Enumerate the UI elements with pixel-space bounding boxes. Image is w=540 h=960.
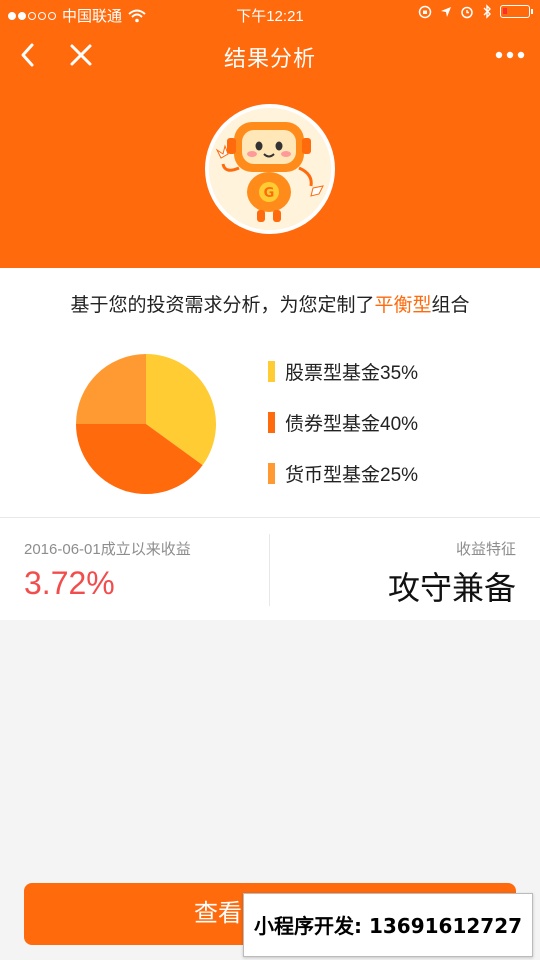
battery-icon [500, 5, 533, 18]
status-bar-right [418, 4, 533, 19]
divider [0, 517, 540, 518]
return-value: 3.72% [24, 565, 115, 601]
legend-swatch [268, 462, 275, 484]
legend-label: 债券型基金40% [285, 413, 419, 435]
robot-avatar: G [205, 104, 335, 234]
legend-swatch [268, 360, 275, 382]
allocation-pie-chart [76, 354, 216, 494]
view-button-label: 查看 [194, 900, 242, 927]
header: 中国联通 下午12:21 结果分析 G [0, 0, 540, 268]
page-title: 结果分析 [223, 46, 316, 71]
return-stat: 2016-06-01成立以来收益 3.72% [24, 538, 191, 602]
portfolio-type: 平衡型 [374, 295, 432, 316]
legend-swatch [268, 411, 275, 433]
status-bar: 中国联通 下午12:21 [0, 0, 540, 28]
summary-suffix: 组合 [431, 295, 470, 316]
feature-value: 攻守兼备 [387, 570, 516, 606]
nav-bar: 结果分析 [0, 28, 540, 84]
vertical-divider [269, 534, 270, 606]
alarm-icon [461, 6, 473, 18]
pie-legend: 股票型基金35% 债券型基金40% 货币型基金25% [268, 360, 418, 513]
feature-label: 收益特征 [455, 541, 516, 558]
result-card: 基于您的投资需求分析，为您定制了平衡型组合 股票型基金35% 债券型基金40% 货币… [0, 268, 540, 620]
svg-text:G: G [264, 186, 275, 201]
watermark-overlay: 小程序开发: 13691612727 [243, 893, 533, 957]
return-label: 2016-06-01成立以来收益 [24, 541, 191, 558]
legend-item: 债券型基金40% [268, 411, 419, 435]
summary-prefix: 基于您的投资需求分析，为您定制了 [70, 295, 375, 316]
location-icon [441, 6, 451, 17]
summary-text: 基于您的投资需求分析，为您定制了平衡型组合 [0, 290, 540, 317]
legend-item: 货币型基金25% [268, 462, 419, 486]
legend-item: 股票型基金35% [268, 360, 419, 384]
legend-label: 股票型基金35% [285, 362, 419, 384]
robot-icon: G [209, 108, 331, 230]
feature-stat: 收益特征 攻守兼备 [388, 538, 516, 609]
legend-label: 货币型基金25% [285, 464, 419, 486]
pie-slice-3 [76, 354, 146, 424]
bluetooth-icon [483, 4, 491, 19]
more-button[interactable] [492, 40, 528, 70]
lock-rotation-icon [418, 5, 432, 18]
